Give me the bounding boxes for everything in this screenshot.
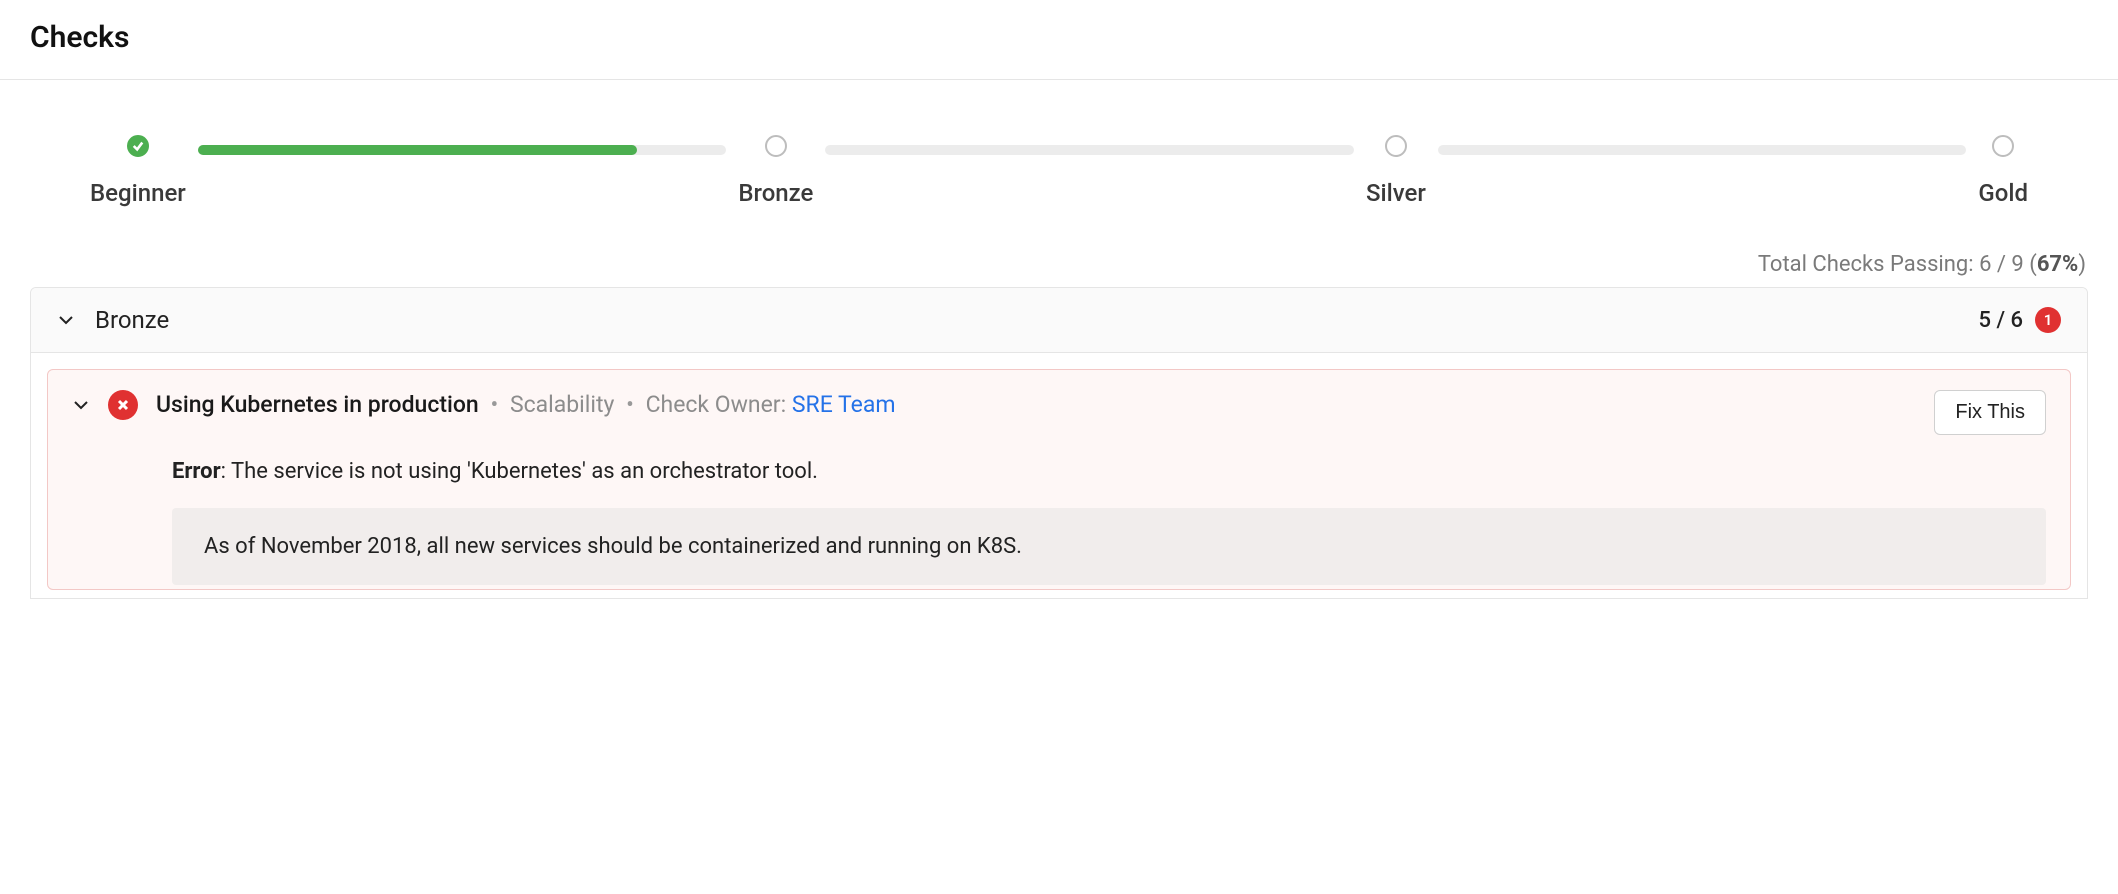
progress-bar-0-fill: [198, 145, 637, 155]
level-silver: Silver: [1366, 135, 1426, 207]
level-bronze: Bronze: [738, 135, 813, 207]
empty-circle-icon: [765, 135, 787, 157]
level-label: Gold: [1978, 179, 2028, 207]
progress-bar-1: [825, 145, 1354, 155]
section-header[interactable]: Bronze 5 / 6 1: [31, 288, 2087, 353]
level-label: Beginner: [90, 179, 186, 207]
check-error: Error: The service is not using 'Kuberne…: [172, 459, 2046, 484]
check-owner-link[interactable]: SRE Team: [792, 391, 896, 418]
level-label: Bronze: [738, 179, 813, 207]
fail-count-badge: 1: [2035, 307, 2061, 333]
summary-line: Total Checks Passing: 6 / 9 (67%): [30, 252, 2086, 277]
x-circle-icon: [108, 390, 138, 420]
empty-circle-icon: [1385, 135, 1407, 157]
chevron-down-icon[interactable]: [72, 396, 90, 414]
level-progress: Beginner Bronze Silver Gold: [90, 135, 2028, 207]
check-category: Scalability: [510, 391, 614, 418]
chevron-down-icon: [57, 311, 75, 329]
check-note: As of November 2018, all new services sh…: [172, 508, 2046, 585]
section-title: Bronze: [95, 306, 1978, 334]
summary-prefix: Total Checks Passing:: [1758, 252, 1979, 277]
progress-bar-2: [1438, 145, 1967, 155]
level-gold: Gold: [1978, 135, 2028, 207]
summary-pct: 67%: [2037, 252, 2079, 277]
check-item: Using Kubernetes in production • Scalabi…: [47, 369, 2071, 590]
check-circle-icon: [127, 135, 149, 157]
section-body: Using Kubernetes in production • Scalabi…: [31, 353, 2087, 598]
empty-circle-icon: [1992, 135, 2014, 157]
section-bronze: Bronze 5 / 6 1 Using Kubernetes in produ…: [30, 287, 2088, 599]
check-title: Using Kubernetes in production: [156, 391, 479, 418]
page-header: Checks: [0, 0, 2118, 80]
page-title: Checks: [30, 20, 2088, 55]
level-beginner: Beginner: [90, 135, 186, 207]
check-title-line: Using Kubernetes in production • Scalabi…: [156, 390, 1934, 418]
error-label: Error: [172, 459, 221, 484]
check-owner-label: Check Owner:: [646, 391, 792, 418]
summary-value: 6 / 9: [1979, 252, 2024, 277]
error-message: : The service is not using 'Kubernetes' …: [221, 459, 818, 484]
section-count: 5 / 6: [1978, 308, 2023, 333]
fix-this-button[interactable]: Fix This: [1934, 390, 2046, 435]
progress-bar-0: [198, 145, 727, 155]
level-label: Silver: [1366, 179, 1426, 207]
